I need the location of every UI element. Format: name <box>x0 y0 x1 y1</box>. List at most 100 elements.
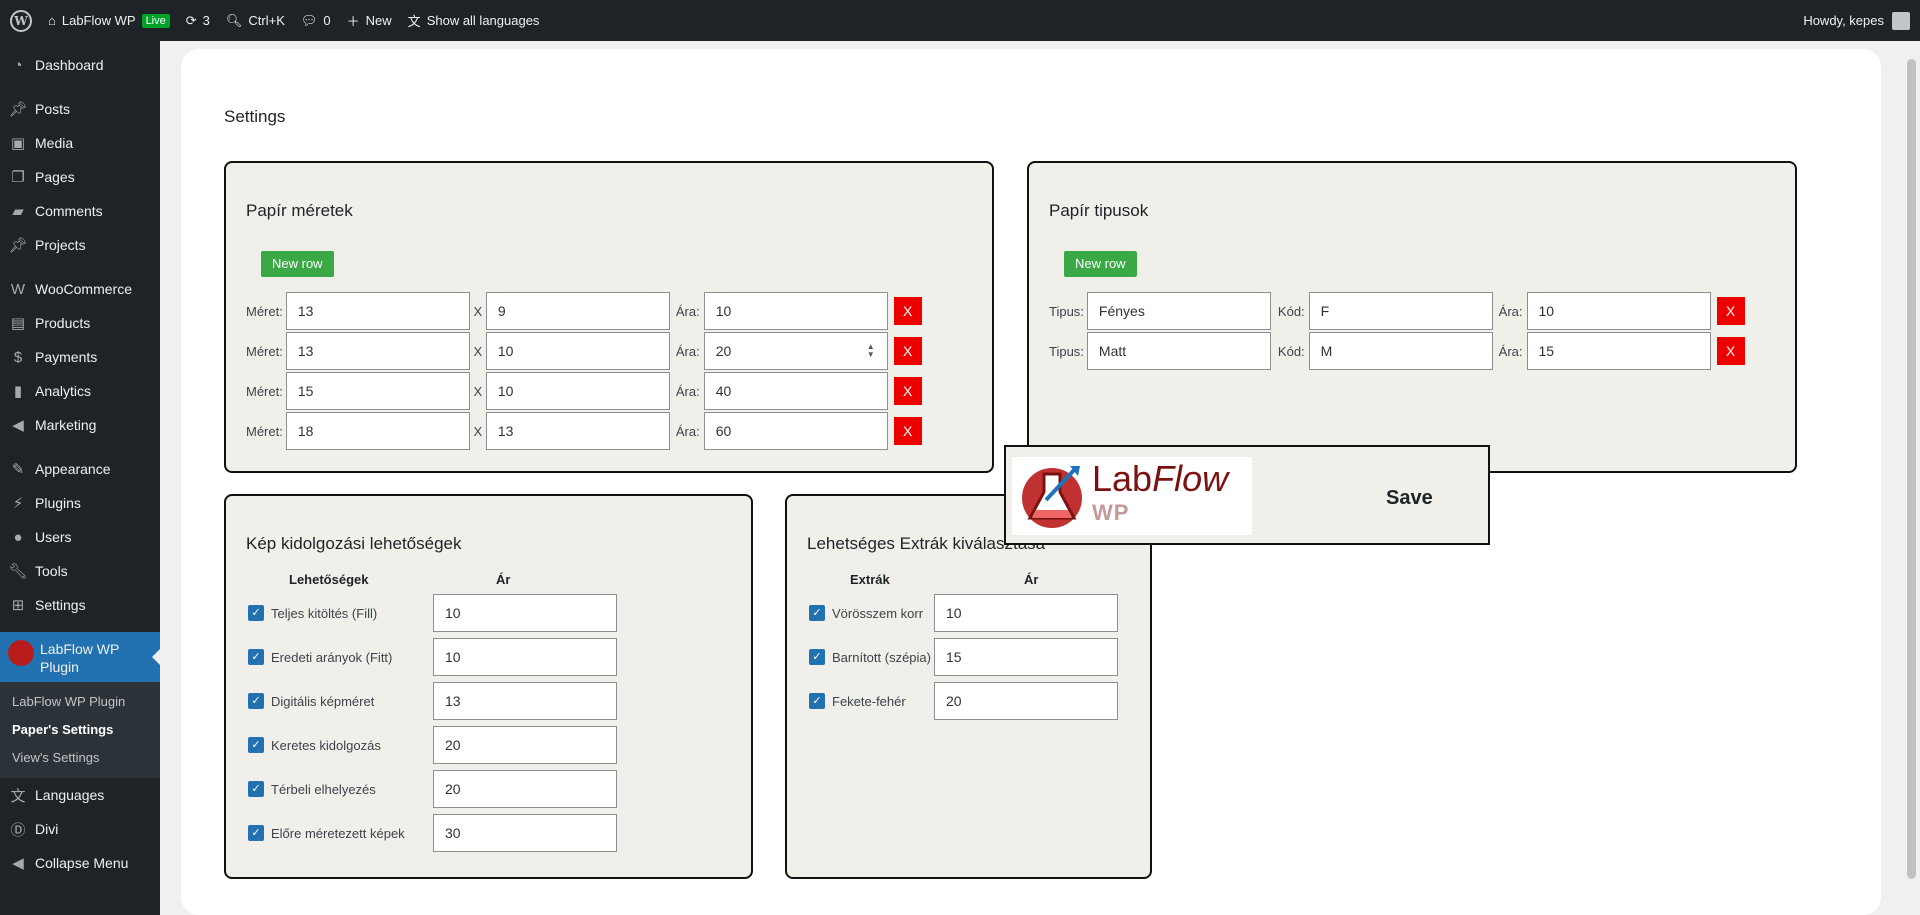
scrollbar-thumb[interactable] <box>1907 59 1916 879</box>
option-checkbox[interactable]: ✓ <box>248 781 264 797</box>
option-checkbox[interactable]: ✓ <box>248 649 264 665</box>
sidebar-item-languages[interactable]: 文 Languages <box>0 778 160 812</box>
sidebar-item-divi[interactable]: Ⓓ Divi <box>0 812 160 846</box>
languages-link[interactable]: 文 Show all languages <box>408 11 540 30</box>
submenu-views-settings[interactable]: View's Settings <box>0 744 160 772</box>
search-shortcut[interactable]: 🔍︎ Ctrl+K <box>226 13 285 29</box>
price-input[interactable]: 40 <box>703 372 888 410</box>
width-input[interactable]: 13 <box>285 332 470 370</box>
sidebar-item-dashboard[interactable]: ◔ Dashboard <box>0 48 160 82</box>
height-input[interactable]: 9 <box>485 292 670 330</box>
comment-icon: ▰ <box>12 203 24 220</box>
delete-row-button[interactable]: X <box>1716 337 1745 365</box>
sidebar-item-settings[interactable]: ⊞ Settings <box>0 588 160 622</box>
price-column-header: Ár <box>496 572 511 587</box>
submenu-labflow-plugin[interactable]: LabFlow WP Plugin <box>0 688 160 716</box>
delete-row-button[interactable]: X <box>893 337 922 365</box>
extra-price-input[interactable]: 20 <box>934 682 1118 720</box>
option-checkbox[interactable]: ✓ <box>248 693 264 709</box>
price-input[interactable]: 10 <box>1526 292 1711 330</box>
type-input[interactable]: Fényes <box>1086 292 1271 330</box>
option-checkbox[interactable]: ✓ <box>248 825 264 841</box>
plus-icon: ＋ <box>346 14 360 29</box>
sidebar-item-plugins[interactable]: ⚡︎ Plugins <box>0 486 160 520</box>
type-input[interactable]: Matt <box>1086 332 1271 370</box>
extra-checkbox[interactable]: ✓ <box>809 605 825 621</box>
width-input[interactable]: 15 <box>285 372 470 410</box>
sidebar-item-appearance[interactable]: ✎ Appearance <box>0 452 160 486</box>
wordpress-logo-icon[interactable]: W <box>10 9 32 32</box>
paper-types-new-row-button[interactable]: New row <box>1064 251 1137 277</box>
sidebar-item-woocommerce[interactable]: W WooCommerce <box>0 272 160 306</box>
admin-sidebar: ◔ Dashboard 📌︎ Posts ▣ Media ❐ Pages ▰ Commen… <box>0 41 160 915</box>
updates-link[interactable]: ⟳ 3 <box>186 13 210 29</box>
paper-size-row: Méret: 13 X 10 Ára: 20 ▲ ▼ X <box>246 332 922 370</box>
option-price-input[interactable]: 30 <box>433 814 617 852</box>
option-price-input[interactable]: 20 <box>433 726 617 764</box>
dollar-icon: $ <box>13 348 23 366</box>
sidebar-item-tools[interactable]: 🔧︎ Tools <box>0 554 160 588</box>
sidebar-item-projects[interactable]: 📌︎ Projects <box>0 228 160 262</box>
sidebar-item-marketing[interactable]: ◀ Marketing <box>0 408 160 442</box>
width-input[interactable]: 18 <box>285 412 470 450</box>
extra-price-input[interactable]: 15 <box>934 638 1118 676</box>
labflow-submenu: LabFlow WP Plugin Paper's Settings View'… <box>0 682 160 778</box>
spinner-icon[interactable]: ▲ ▼ <box>867 343 875 359</box>
price-label: Ára: <box>675 383 700 399</box>
price-label: Ára: <box>675 303 700 319</box>
price-input[interactable]: 20 ▲ ▼ <box>703 332 888 370</box>
finishing-option-row: ✓ Eredeti arányok (Fitt) 10 <box>248 637 617 677</box>
x-separator: X <box>473 383 483 399</box>
sidebar-item-collapse[interactable]: ◀ Collapse Menu <box>0 846 160 880</box>
option-checkbox[interactable]: ✓ <box>248 605 264 621</box>
height-input[interactable]: 10 <box>485 332 670 370</box>
home-icon: ⌂ <box>48 13 56 28</box>
sidebar-item-pages[interactable]: ❐ Pages <box>0 160 160 194</box>
code-input[interactable]: M <box>1308 332 1493 370</box>
new-content-link[interactable]: ＋ New <box>347 11 392 30</box>
live-badge: Live <box>141 13 170 28</box>
x-separator: X <box>473 303 483 319</box>
option-price-input[interactable]: 20 <box>433 770 617 808</box>
price-input[interactable]: 15 <box>1526 332 1711 370</box>
sidebar-item-users[interactable]: ● Users <box>0 520 160 554</box>
height-input[interactable]: 13 <box>485 412 670 450</box>
extra-checkbox[interactable]: ✓ <box>809 693 825 709</box>
width-input[interactable]: 13 <box>285 292 470 330</box>
my-account[interactable]: Howdy, kepes <box>1803 11 1910 30</box>
price-label: Ára: <box>675 343 700 359</box>
extra-checkbox[interactable]: ✓ <box>809 649 825 665</box>
option-price-input[interactable]: 13 <box>433 682 617 720</box>
option-name: Teljes kitöltés (Fill) <box>271 605 378 621</box>
sidebar-item-analytics[interactable]: ▮ Analytics <box>0 374 160 408</box>
sidebar-item-comments[interactable]: ▰ Comments <box>0 194 160 228</box>
price-input[interactable]: 10 <box>703 292 888 330</box>
extra-price-input[interactable]: 10 <box>934 594 1118 632</box>
page-scrollbar[interactable] <box>1903 41 1920 915</box>
paper-sizes-new-row-button[interactable]: New row <box>261 251 334 277</box>
option-price-input[interactable]: 10 <box>433 638 617 676</box>
sidebar-item-labflow-plugin[interactable]: LabFlow WP Plugin <box>0 632 160 682</box>
height-input[interactable]: 10 <box>485 372 670 410</box>
site-name-link[interactable]: ⌂ LabFlow WP Live <box>48 13 170 28</box>
sidebar-item-posts[interactable]: 📌︎ Posts <box>0 92 160 126</box>
option-price-input[interactable]: 10 <box>433 594 617 632</box>
finishing-options-panel: Kép kidolgozási lehetőségek Lehetőségek … <box>224 494 753 879</box>
paper-types-panel: Papír tipusok New row Tipus: Fényes Kód:… <box>1027 161 1797 473</box>
submenu-papers-settings[interactable]: Paper's Settings <box>0 716 160 744</box>
price-input[interactable]: 60 <box>703 412 888 450</box>
delete-row-button[interactable]: X <box>893 417 922 445</box>
code-input[interactable]: F <box>1308 292 1493 330</box>
option-checkbox[interactable]: ✓ <box>248 737 264 753</box>
delete-row-button[interactable]: X <box>893 297 922 325</box>
delete-row-button[interactable]: X <box>1716 297 1745 325</box>
delete-row-button[interactable]: X <box>893 377 922 405</box>
extra-option-row: ✓ Fekete-fehér 20 <box>809 681 1118 721</box>
sidebar-item-payments[interactable]: $ Payments <box>0 340 160 374</box>
comments-link[interactable]: 💬︎ 0 <box>301 13 331 29</box>
extras-column-header: Extrák <box>850 572 890 587</box>
sidebar-item-products[interactable]: ▤ Products <box>0 306 160 340</box>
size-label: Méret: <box>246 343 283 359</box>
sidebar-item-media[interactable]: ▣ Media <box>0 126 160 160</box>
save-button[interactable]: Save <box>1386 487 1433 510</box>
